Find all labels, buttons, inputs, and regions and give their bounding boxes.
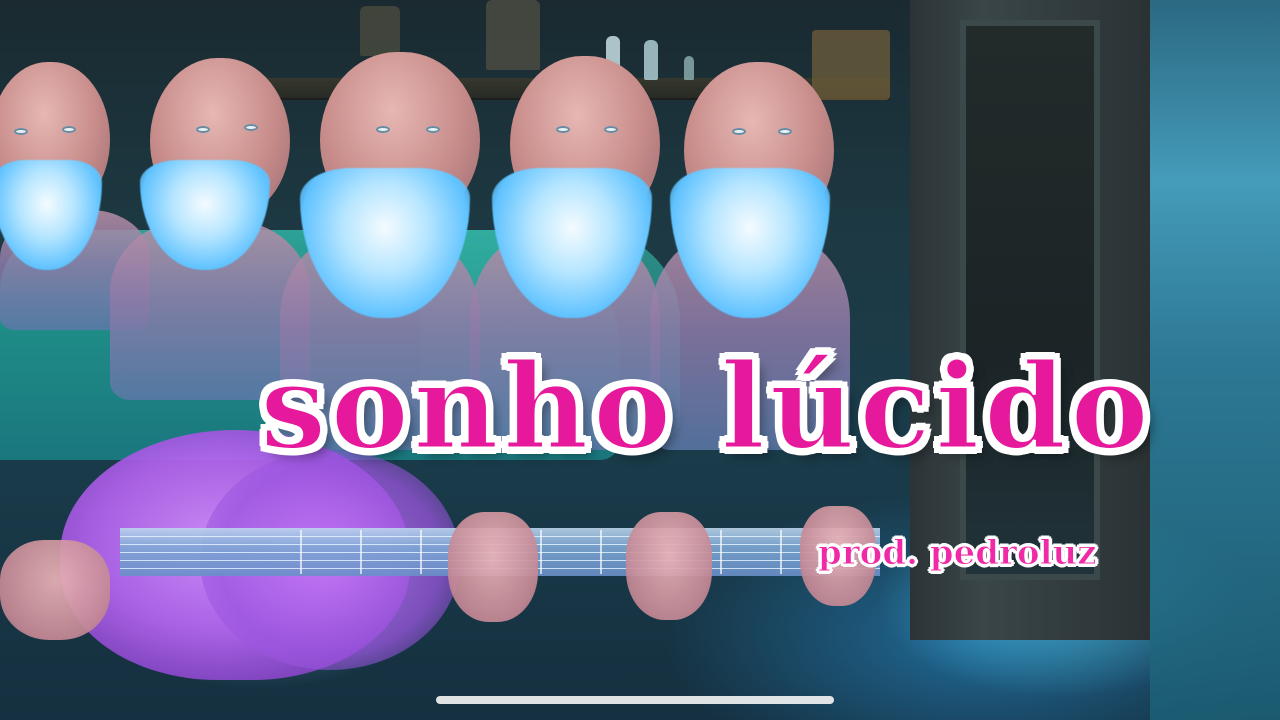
hand [0,540,110,640]
guitar-fret [600,530,602,574]
shelf-bottle [644,40,658,80]
shelf-frame [812,30,890,100]
video-title: sonho lúcido [258,337,1154,476]
guitar-fret [420,530,422,574]
guitar-fret [540,530,542,574]
guitar-fret [780,530,782,574]
shelf-bottle [684,56,694,80]
shelf-figurine [486,0,540,70]
guitar-fret [720,530,722,574]
video-frame: sonho lúcido prod. pedroluz [0,0,1280,720]
home-indicator-bar[interactable] [436,696,834,704]
hand [448,512,538,622]
guitar-fret [360,530,362,574]
hand [626,512,712,620]
shelf-figurine [360,6,400,56]
title-overlay: sonho lúcido [250,340,1200,500]
producer-credit: prod. pedroluz [818,533,1098,573]
guitar-fret [300,530,302,574]
